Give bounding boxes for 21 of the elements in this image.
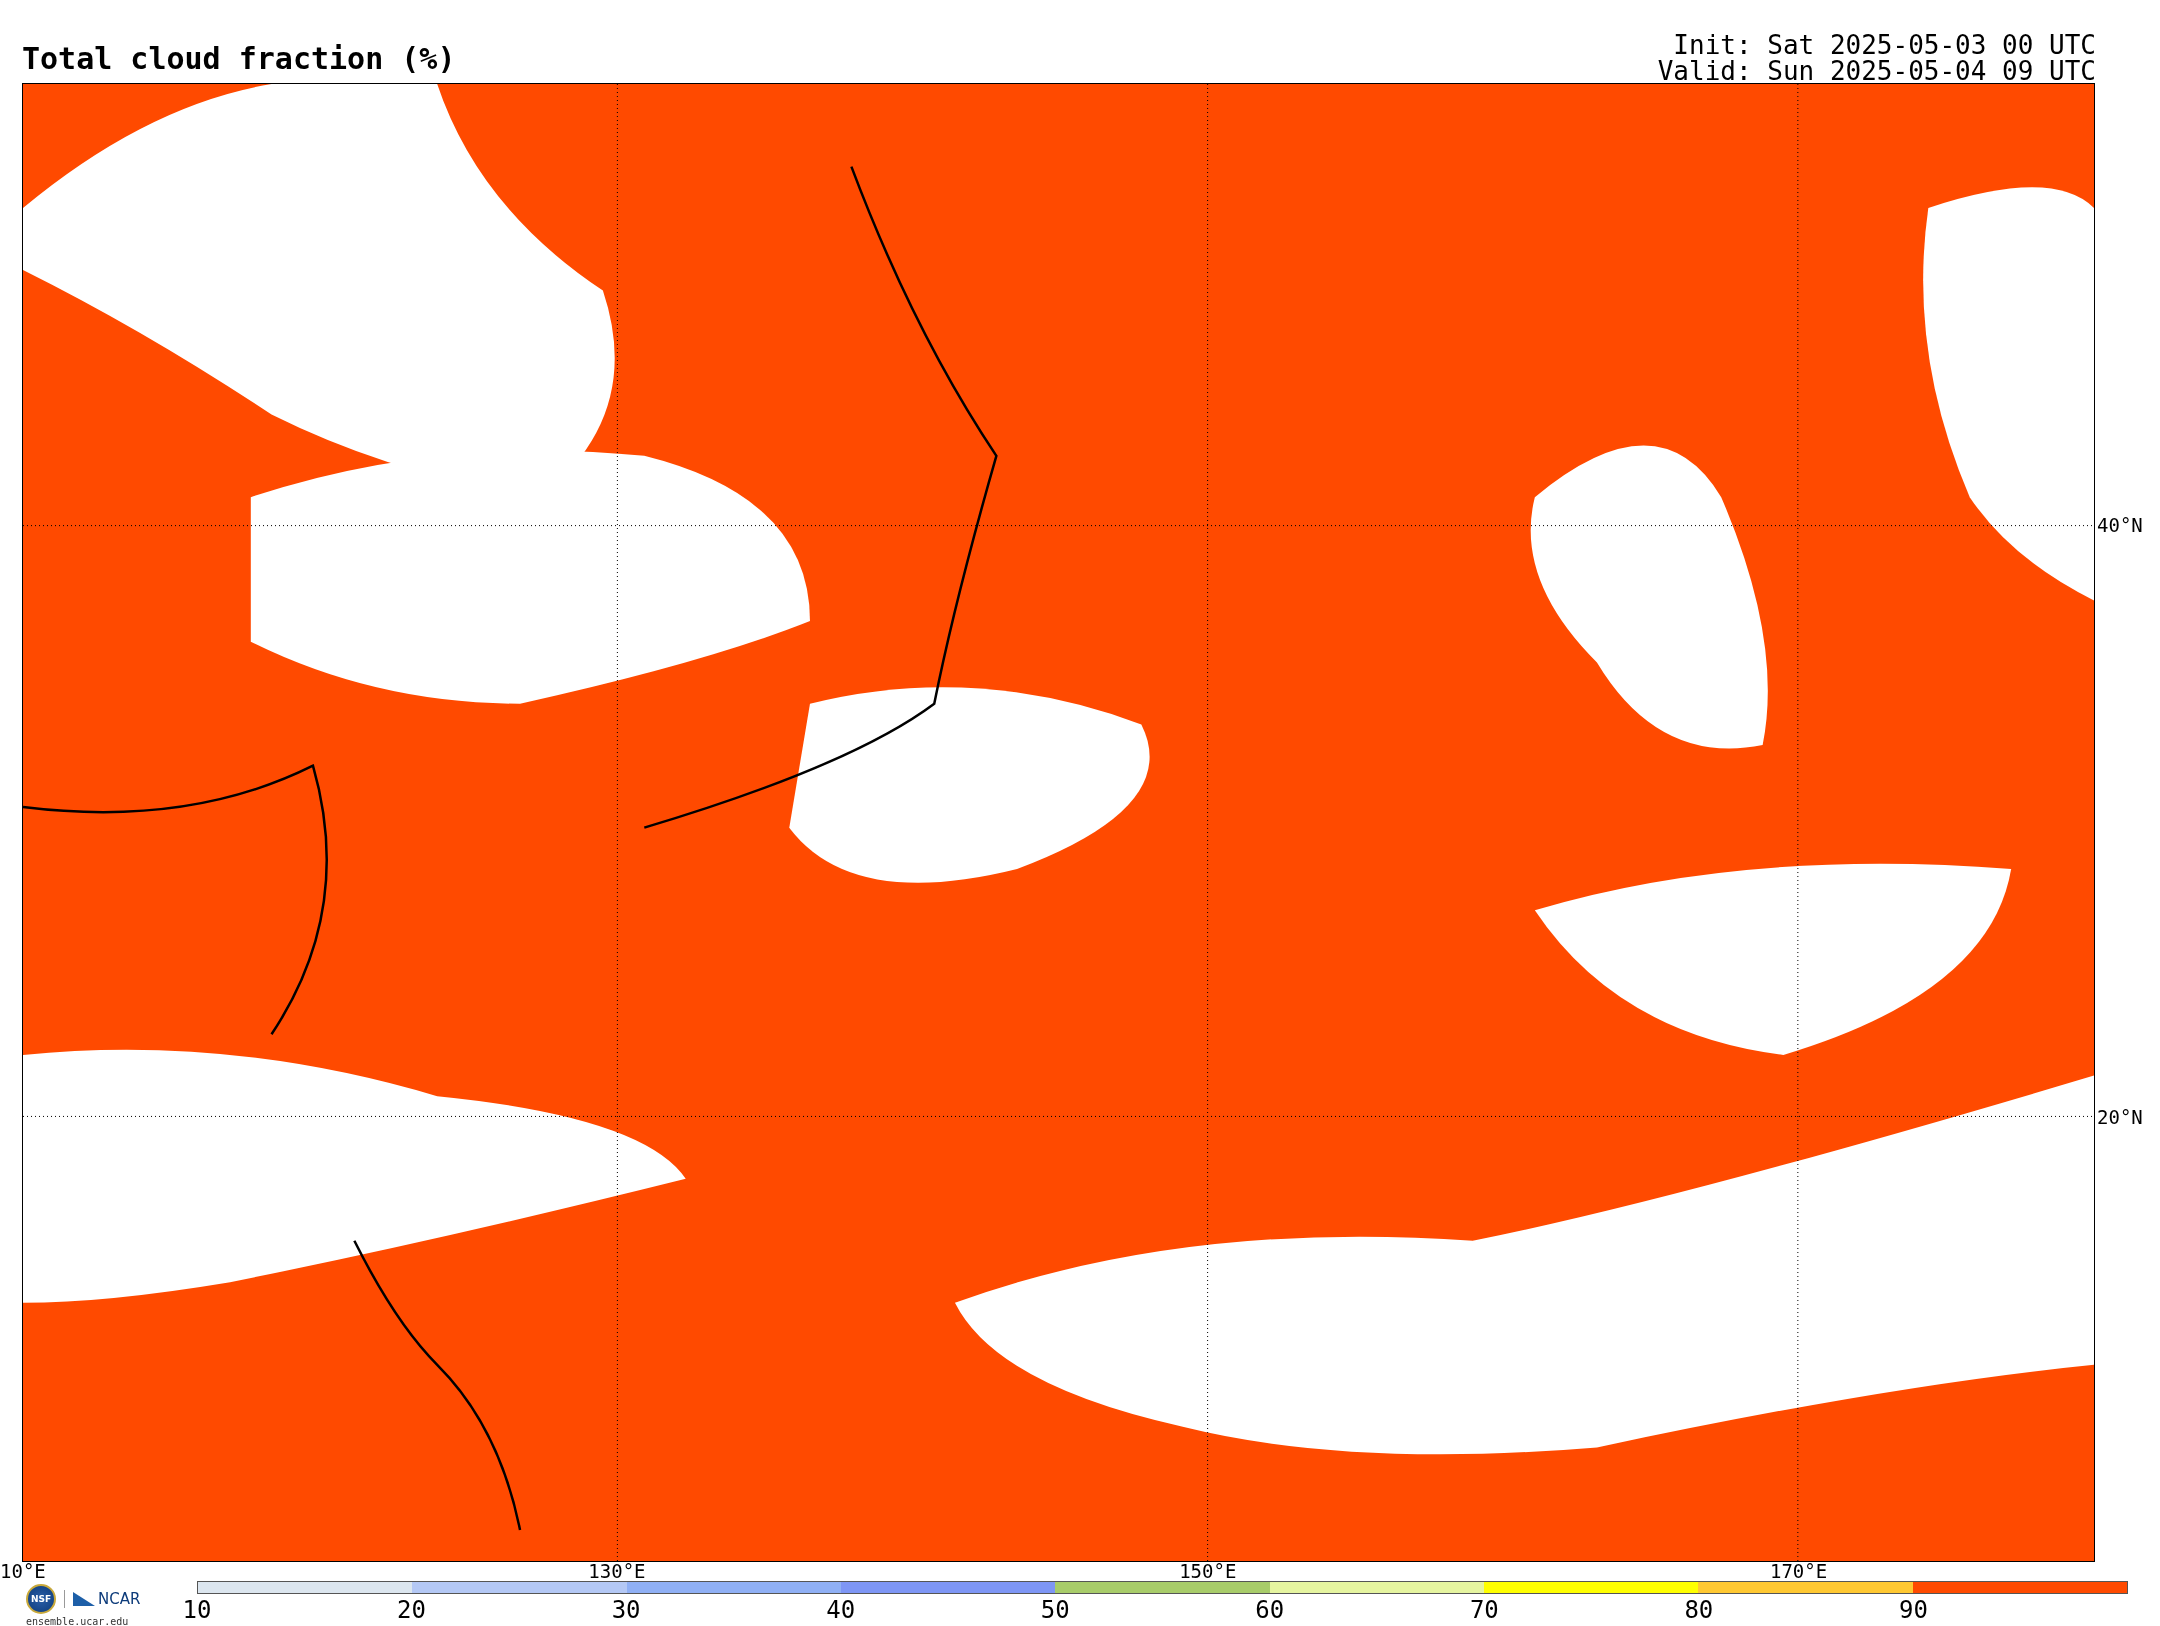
colorbar-label: 10 xyxy=(182,1598,212,1622)
latitude-label: 20°N xyxy=(2097,1107,2143,1127)
longitude-label: 10°E xyxy=(0,1562,46,1581)
longitude-label: 170°E xyxy=(1769,1562,1828,1581)
colorbar-label: 80 xyxy=(1684,1598,1714,1622)
colorbar-label: 20 xyxy=(397,1598,426,1622)
chart-title: Total cloud fraction (%) xyxy=(22,44,456,74)
longitude-label: 130°E xyxy=(588,1562,646,1581)
colorbar-label: 90 xyxy=(1899,1598,1928,1622)
website-url: ensemble.ucar.edu xyxy=(26,1616,130,1626)
colorbar-label: 60 xyxy=(1255,1598,1285,1622)
ncar-logo: NCAR xyxy=(64,1590,141,1608)
latitude-label: 40°N xyxy=(2097,515,2143,535)
valid-time: Valid: Sun 2025-05-04 09 UTC xyxy=(1657,58,2096,84)
longitude-label: 150°E xyxy=(1179,1562,1237,1581)
colorbar-label: 70 xyxy=(1469,1598,1499,1622)
colorbar-label: 40 xyxy=(826,1598,856,1622)
init-time: Init: Sat 2025-05-03 00 UTC xyxy=(1673,32,2096,58)
nsf-logo: NSF xyxy=(26,1584,56,1614)
colorbar-label: 50 xyxy=(1040,1598,1070,1622)
colorbar-label: 30 xyxy=(611,1598,641,1622)
